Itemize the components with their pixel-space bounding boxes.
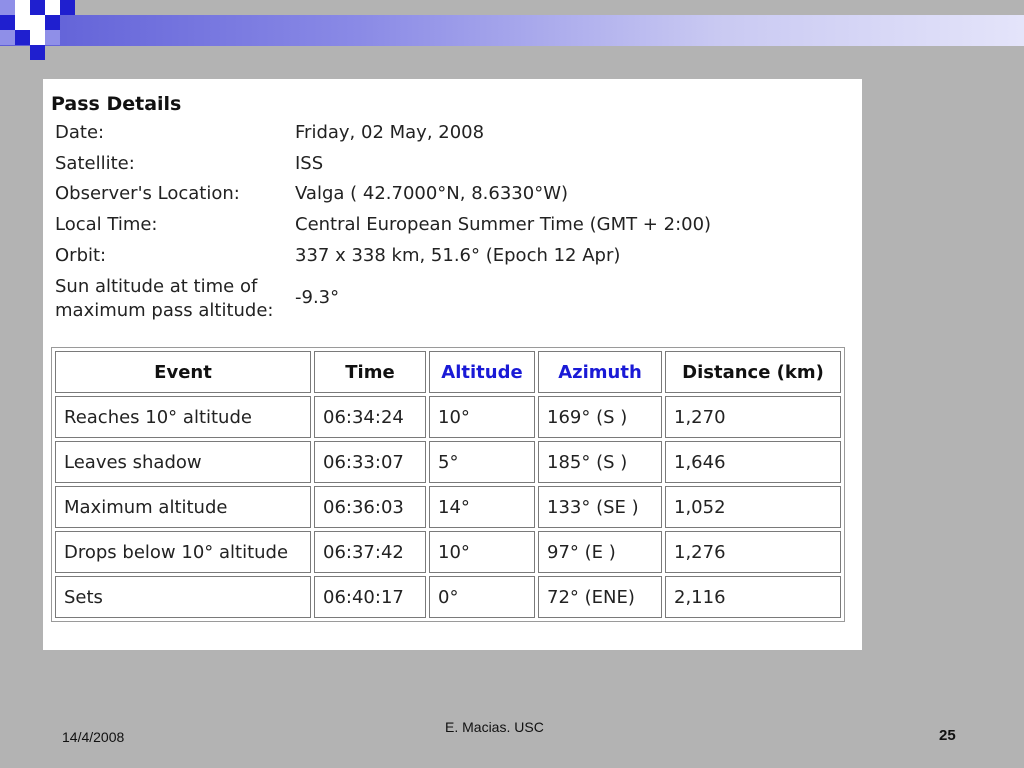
cell-altitude: 10° bbox=[429, 396, 535, 438]
detail-label: Sun altitude at time of maximum pass alt… bbox=[55, 275, 295, 323]
header-time: Time bbox=[314, 351, 426, 393]
cell-event: Maximum altitude bbox=[55, 486, 311, 528]
cell-time: 06:33:07 bbox=[314, 441, 426, 483]
table-row: Sets 06:40:17 0° 72° (ENE) 2,116 bbox=[55, 576, 841, 618]
cell-time: 06:36:03 bbox=[314, 486, 426, 528]
header-azimuth[interactable]: Azimuth bbox=[538, 351, 662, 393]
detail-value: Friday, 02 May, 2008 bbox=[295, 122, 485, 143]
detail-value: -9.3° bbox=[295, 287, 340, 308]
logo-square bbox=[15, 30, 30, 45]
cell-azimuth: 169° (S ) bbox=[538, 396, 662, 438]
cell-azimuth: 72° (ENE) bbox=[538, 576, 662, 618]
pass-details-title: Pass Details bbox=[51, 93, 182, 115]
detail-label: Satellite: bbox=[55, 153, 135, 174]
logo-square bbox=[0, 30, 15, 45]
cell-altitude: 0° bbox=[429, 576, 535, 618]
footer-author: E. Macias. USC bbox=[445, 719, 544, 735]
cell-time: 06:40:17 bbox=[314, 576, 426, 618]
detail-value: ISS bbox=[295, 153, 324, 174]
cell-distance: 1,270 bbox=[665, 396, 841, 438]
detail-label: Local Time: bbox=[55, 214, 158, 235]
logo-square bbox=[0, 15, 15, 30]
cell-event: Sets bbox=[55, 576, 311, 618]
cell-azimuth: 97° (E ) bbox=[538, 531, 662, 573]
cell-time: 06:37:42 bbox=[314, 531, 426, 573]
logo-square bbox=[45, 30, 60, 45]
detail-label: Date: bbox=[55, 122, 105, 143]
header-event: Event bbox=[55, 351, 311, 393]
slide-header-gray-strip bbox=[70, 0, 1024, 15]
page-number: 25 bbox=[939, 727, 956, 744]
detail-value: Central European Summer Time (GMT + 2:00… bbox=[295, 214, 712, 235]
cell-distance: 1,052 bbox=[665, 486, 841, 528]
table-row: Maximum altitude 06:36:03 14° 133° (SE )… bbox=[55, 486, 841, 528]
cell-event: Leaves shadow bbox=[55, 441, 311, 483]
footer-date: 14/4/2008 bbox=[62, 729, 125, 745]
detail-label: Observer's Location: bbox=[55, 183, 240, 204]
table-header-row: Event Time Altitude Azimuth Distance (km… bbox=[55, 351, 841, 393]
cell-altitude: 5° bbox=[429, 441, 535, 483]
detail-label: Orbit: bbox=[55, 245, 107, 266]
pass-details-panel: Pass Details Date: Friday, 02 May, 2008 … bbox=[43, 79, 862, 650]
logo-square bbox=[45, 15, 60, 30]
logo-square bbox=[30, 30, 45, 45]
table-row: Drops below 10° altitude 06:37:42 10° 97… bbox=[55, 531, 841, 573]
detail-value: Valga ( 42.7000°N, 8.6330°W) bbox=[295, 183, 569, 204]
detail-value: 337 x 338 km, 51.6° (Epoch 12 Apr) bbox=[295, 245, 621, 266]
logo-square bbox=[30, 15, 45, 30]
logo-square bbox=[60, 0, 75, 15]
sun-label-line1: Sun altitude at time of bbox=[55, 276, 258, 297]
header-distance: Distance (km) bbox=[665, 351, 841, 393]
logo-square bbox=[15, 0, 30, 15]
cell-time: 06:34:24 bbox=[314, 396, 426, 438]
header-altitude[interactable]: Altitude bbox=[429, 351, 535, 393]
logo-square bbox=[30, 45, 45, 60]
events-table: Event Time Altitude Azimuth Distance (km… bbox=[51, 347, 845, 622]
cell-azimuth: 185° (S ) bbox=[538, 441, 662, 483]
cell-event: Drops below 10° altitude bbox=[55, 531, 311, 573]
cell-distance: 1,276 bbox=[665, 531, 841, 573]
logo-square bbox=[45, 0, 60, 15]
logo-square bbox=[0, 0, 15, 15]
cell-distance: 1,646 bbox=[665, 441, 841, 483]
cell-azimuth: 133° (SE ) bbox=[538, 486, 662, 528]
table-row: Reaches 10° altitude 06:34:24 10° 169° (… bbox=[55, 396, 841, 438]
logo-square bbox=[30, 0, 45, 15]
cell-distance: 2,116 bbox=[665, 576, 841, 618]
cell-event: Reaches 10° altitude bbox=[55, 396, 311, 438]
cell-altitude: 14° bbox=[429, 486, 535, 528]
sun-label-line2: maximum pass altitude: bbox=[55, 300, 274, 321]
table-row: Leaves shadow 06:33:07 5° 185° (S ) 1,64… bbox=[55, 441, 841, 483]
logo-square bbox=[15, 15, 30, 30]
cell-altitude: 10° bbox=[429, 531, 535, 573]
